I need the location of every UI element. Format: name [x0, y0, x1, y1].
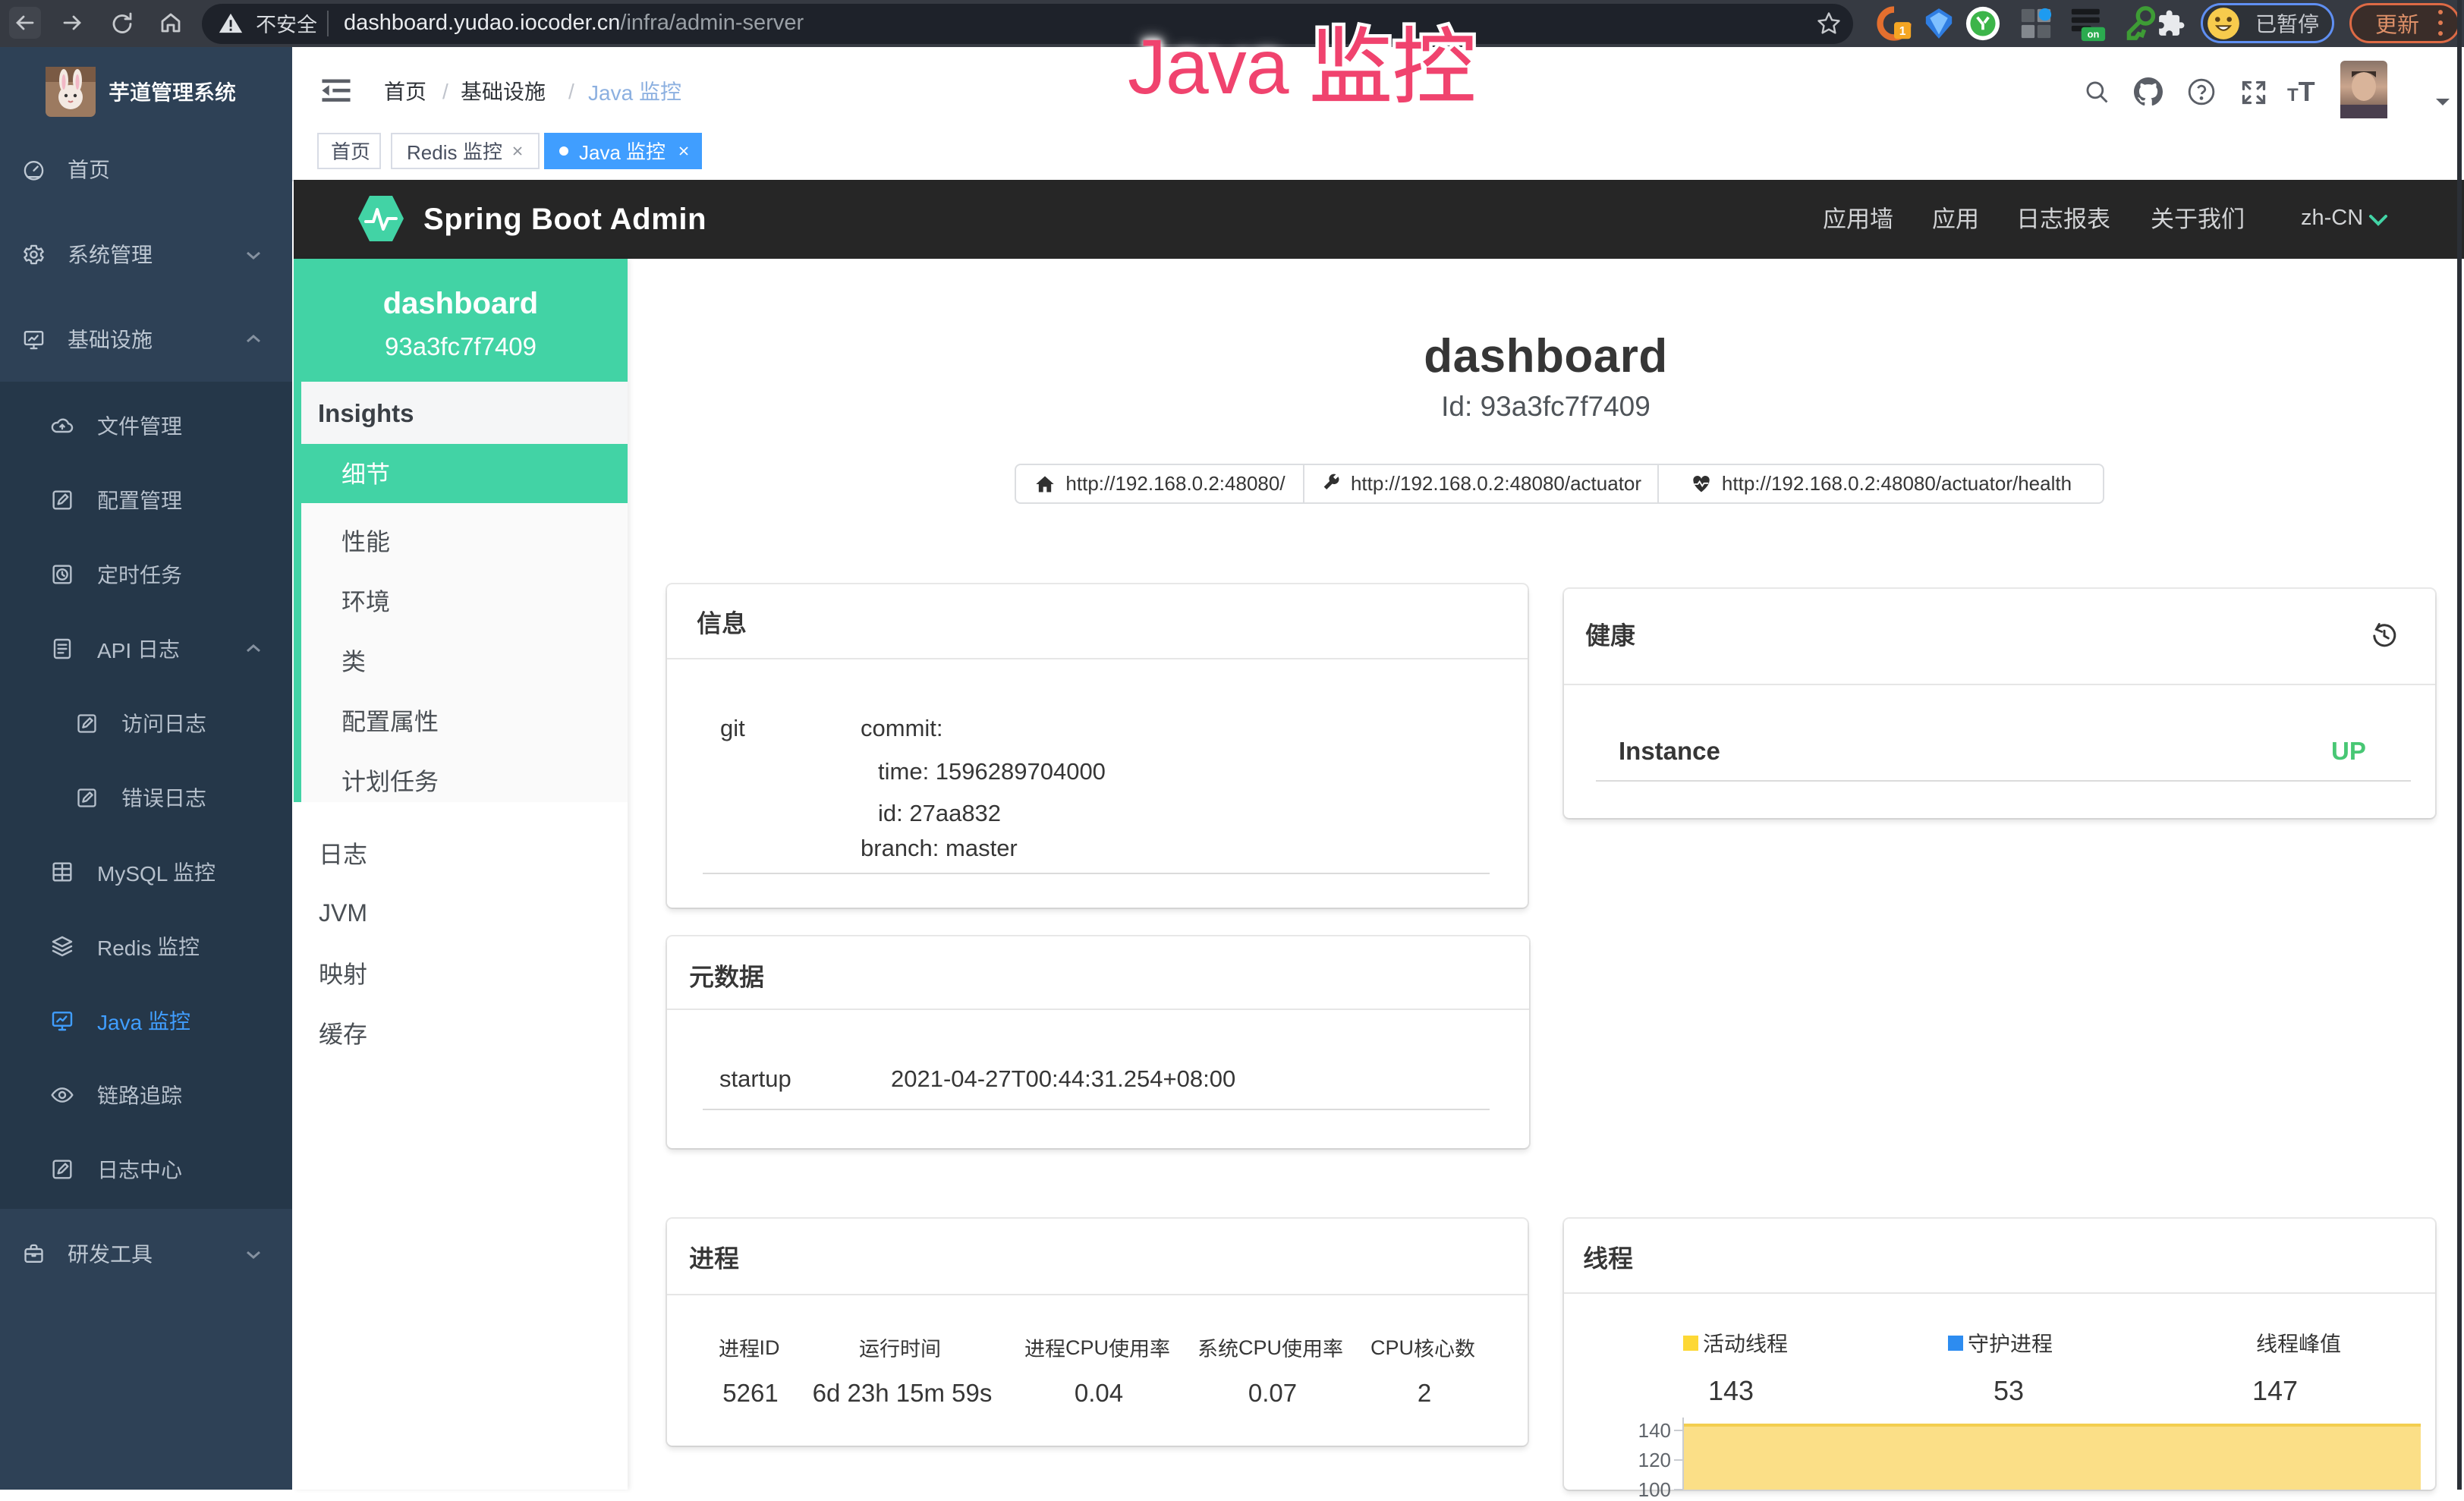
svg-text:on: on	[2088, 29, 2100, 40]
svg-text:1: 1	[1899, 25, 1906, 38]
